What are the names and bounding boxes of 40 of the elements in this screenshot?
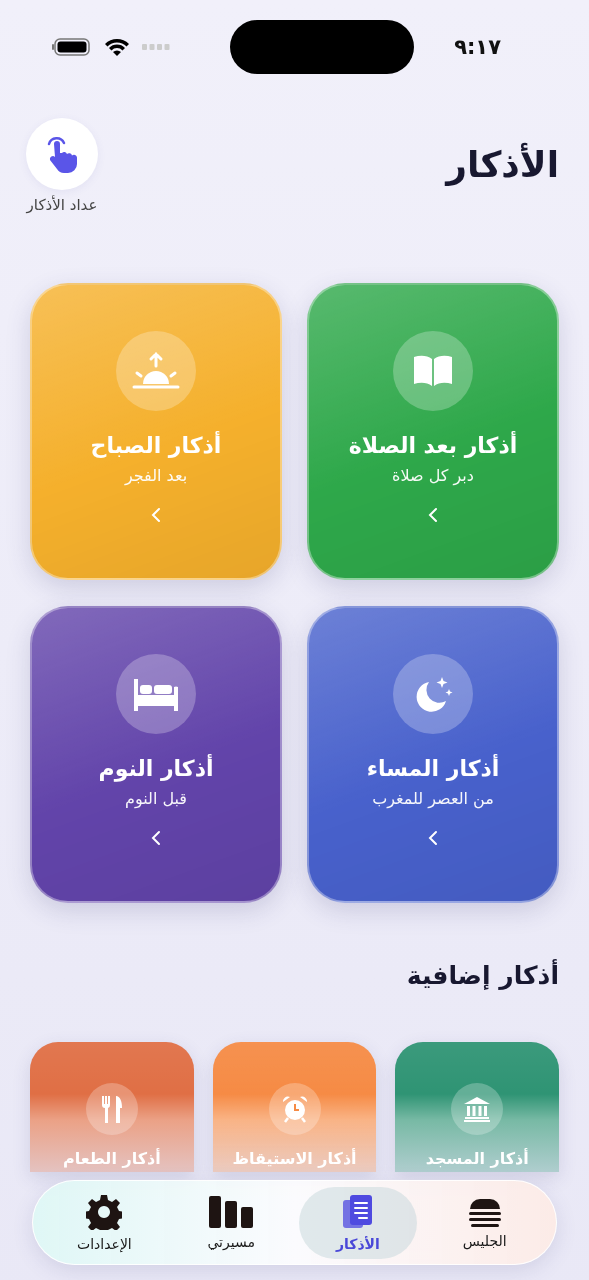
chevron-icon <box>428 830 438 846</box>
chevron-icon <box>151 507 161 523</box>
card-subtitle: قبل النوم <box>125 789 187 808</box>
chevron-icon <box>151 830 161 846</box>
card-title: أذكار المسجد <box>425 1149 529 1168</box>
zikr-card[interactable]: أذكار النوم قبل النوم <box>30 606 282 903</box>
zikr-card[interactable]: أذكار بعد الصلاة دبر كل صلاة <box>307 283 559 580</box>
card-subtitle: بعد الفجر <box>124 466 188 485</box>
settings-icon <box>86 1193 123 1230</box>
card-title: أذكار الطعام <box>63 1149 161 1168</box>
signal-icon <box>142 44 170 50</box>
status-time: ٩:١٧ <box>453 35 501 59</box>
page-title: الأذكار <box>446 144 559 185</box>
battery-icon <box>52 38 92 56</box>
sunrise-icon <box>131 351 181 391</box>
chevron-icon <box>428 507 438 523</box>
card-title: أذكار النوم <box>98 756 214 781</box>
stacked-lines-icon <box>467 1196 502 1227</box>
card-subtitle: من العصر للمغرب <box>372 789 494 808</box>
card-title: أذكار المساء <box>366 756 500 781</box>
tab[interactable]: الإعدادات <box>45 1186 164 1259</box>
bar-columns-icon <box>209 1195 254 1228</box>
section-title: أذكار إضافية <box>405 961 559 990</box>
card-title: أذكار الاستيقاظ <box>232 1149 357 1168</box>
zikr-card[interactable]: أذكار المساء من العصر للمغرب <box>307 606 559 903</box>
tab[interactable]: مسيرتي <box>171 1186 291 1259</box>
columned-building-icon <box>463 1096 492 1122</box>
card-title: أذكار الصباح <box>90 433 222 458</box>
counter-label: عداد الأذكار <box>26 196 98 214</box>
fork-knife-icon <box>100 1095 123 1123</box>
alarm-clock-icon <box>280 1095 309 1123</box>
open-book-icon <box>412 354 454 388</box>
tab[interactable]: الجليس <box>425 1186 544 1259</box>
tab[interactable]: الأذكار <box>298 1186 418 1259</box>
card-title: أذكار بعد الصلاة <box>348 433 518 458</box>
card-subtitle: دبر كل صلاة <box>392 466 474 485</box>
book-pages-icon <box>341 1193 374 1230</box>
wifi-icon <box>104 37 130 57</box>
tap-hand-icon <box>45 135 79 173</box>
bed-icon <box>132 677 180 711</box>
